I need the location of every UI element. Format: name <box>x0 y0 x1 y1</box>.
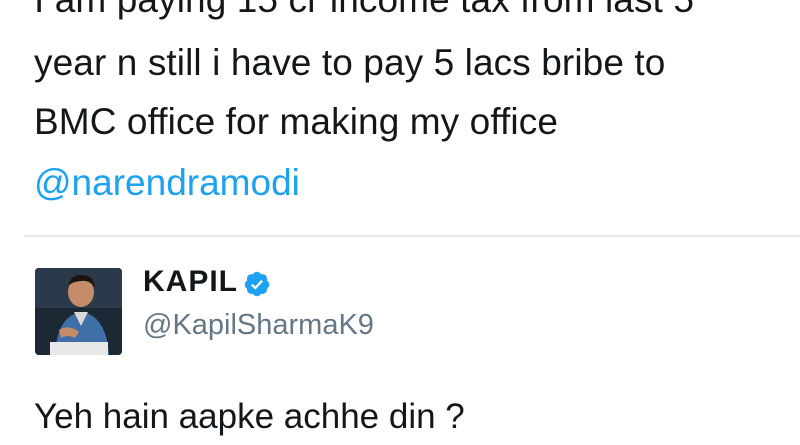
mention-link[interactable]: @narendramodi <box>34 161 300 205</box>
reply-text: Yeh hain aapke achhe din ? <box>34 397 465 436</box>
tweet-text-line: year n still i have to pay 5 lacs bribe … <box>34 42 666 83</box>
divider <box>24 235 800 237</box>
author-handle[interactable]: @KapilSharmaK9 <box>143 307 374 343</box>
author-name[interactable]: KAPIL <box>143 264 238 300</box>
avatar[interactable] <box>35 268 122 355</box>
avatar-photo <box>35 268 122 355</box>
quoted-tweet: I am paying 15 cr income tax from last 5… <box>0 0 800 236</box>
verified-badge-icon <box>244 271 270 297</box>
tweet-text-line: I am paying 15 cr income tax from last 5 <box>34 0 694 22</box>
tweet-text-line: BMC office for making my office <box>34 101 559 142</box>
